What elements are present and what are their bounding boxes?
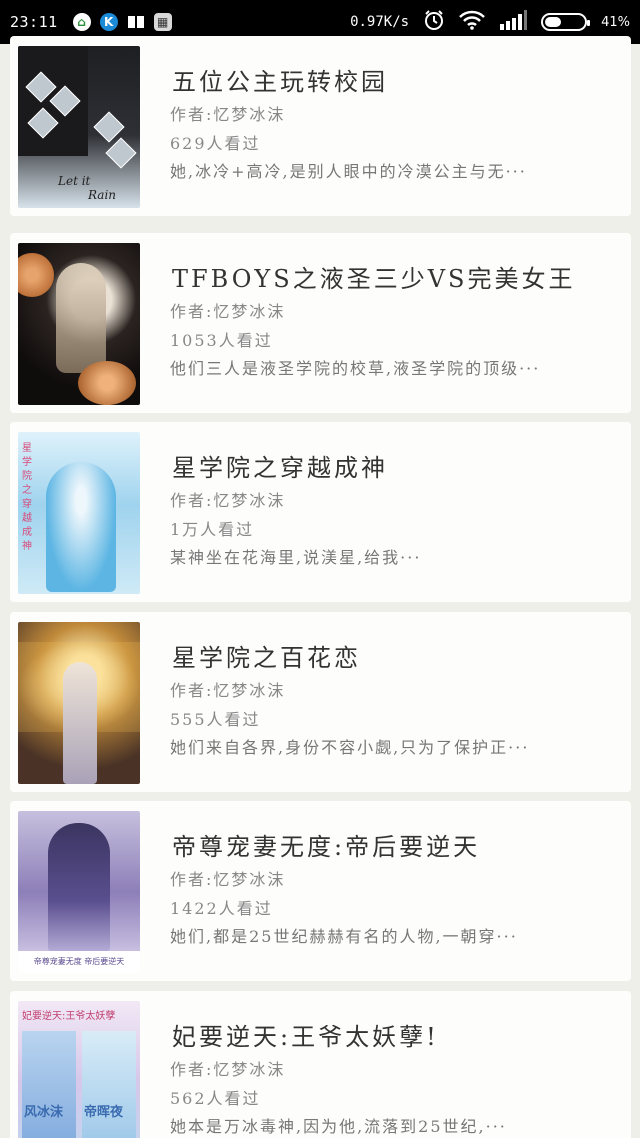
book-description: 她们,都是25世纪赫赫有名的人物,一朝穿··· — [170, 927, 518, 946]
book-cover[interactable]: 星学院之穿越成神 — [18, 432, 140, 594]
cover-title-line2: Rain — [88, 188, 117, 202]
bus-icon: ▦ — [153, 13, 172, 31]
book-title[interactable]: 五位公主玩转校园 — [172, 62, 388, 97]
book-card[interactable]: TFBOYS之液圣三少VS完美女王 作者:忆梦冰沫 1053人看过 他们三人是液… — [10, 233, 631, 413]
network-speed: 0.97K/s — [350, 14, 410, 30]
book-description: 她本是万冰毒神,因为他,流落到25世纪,··· — [170, 1117, 507, 1136]
book-title[interactable]: 帝尊宠妻无度:帝后要逆天 — [172, 827, 480, 862]
book-description: 她,冰冷+高冷,是别人眼中的冷漠公主与无··· — [170, 162, 527, 181]
signal-icon — [499, 10, 528, 34]
book-views: 562人看过 — [170, 1089, 261, 1108]
book-views: 1万人看过 — [170, 520, 255, 539]
book-card[interactable]: 帝尊宠妻无度 帝后要逆天 帝尊宠妻无度:帝后要逆天 作者:忆梦冰沫 1422人看… — [10, 801, 631, 981]
book-description: 他们三人是液圣学院的校草,液圣学院的顶级··· — [170, 359, 541, 378]
book-views: 1053人看过 — [170, 331, 273, 350]
book-icon — [127, 13, 145, 31]
book-title[interactable]: TFBOYS之液圣三少VS完美女王 — [172, 259, 575, 294]
battery-icon — [541, 13, 591, 31]
book-title[interactable]: 星学院之穿越成神 — [172, 448, 388, 483]
book-cover[interactable]: 帝尊宠妻无度 帝后要逆天 — [18, 811, 140, 973]
book-card[interactable]: 妃要逆天:王爷太妖孽 风冰沫 帝晖夜 妃要逆天:王爷太妖孽! 作者:忆梦冰沫 5… — [10, 991, 631, 1138]
cover-name-right: 帝晖夜 — [84, 1105, 124, 1120]
home-app-icon: ⌂ — [72, 13, 91, 31]
cover-name-left: 风冰沫 — [24, 1105, 64, 1120]
book-card[interactable]: 星学院之穿越成神 星学院之穿越成神 作者:忆梦冰沫 1万人看过 某神坐在花海里,… — [10, 422, 631, 602]
book-cover[interactable]: Let it Rain — [18, 46, 140, 208]
book-author: 作者:忆梦冰沫 — [170, 302, 286, 321]
cover-title-line1: Let it — [58, 174, 91, 188]
battery-percent: 41% — [601, 14, 630, 30]
book-description: 某神坐在花海里,说渼星,给我··· — [170, 548, 422, 567]
k-app-icon: K — [99, 13, 118, 31]
book-views: 1422人看过 — [170, 899, 273, 918]
book-card[interactable]: Let it Rain 五位公主玩转校园 作者:忆梦冰沫 629人看过 她,冰冷… — [10, 36, 631, 216]
book-title[interactable]: 星学院之百花恋 — [172, 638, 361, 673]
clock: 23:11 — [10, 13, 58, 31]
book-author: 作者:忆梦冰沫 — [170, 681, 286, 700]
wifi-icon — [459, 10, 485, 34]
book-views: 555人看过 — [170, 710, 261, 729]
book-title[interactable]: 妃要逆天:王爷太妖孽! — [172, 1017, 439, 1052]
alarm-icon — [423, 9, 445, 35]
book-author: 作者:忆梦冰沫 — [170, 870, 286, 889]
book-author: 作者:忆梦冰沫 — [170, 1060, 286, 1079]
book-cover[interactable]: 妃要逆天:王爷太妖孽 风冰沫 帝晖夜 — [18, 1001, 140, 1138]
cover-title: 妃要逆天:王爷太妖孽 — [22, 1011, 116, 1022]
book-cover[interactable] — [18, 243, 140, 405]
book-cover[interactable] — [18, 622, 140, 784]
book-card[interactable]: 星学院之百花恋 作者:忆梦冰沫 555人看过 她们来自各界,身份不容小觑,只为了… — [10, 612, 631, 792]
book-author: 作者:忆梦冰沫 — [170, 491, 286, 510]
book-author: 作者:忆梦冰沫 — [170, 105, 286, 124]
cover-title: 星学院之穿越成神 — [22, 443, 32, 552]
book-views: 629人看过 — [170, 134, 261, 153]
book-description: 她们来自各界,身份不容小觑,只为了保护正··· — [170, 738, 530, 757]
cover-title: 帝尊宠妻无度 帝后要逆天 — [18, 951, 140, 973]
